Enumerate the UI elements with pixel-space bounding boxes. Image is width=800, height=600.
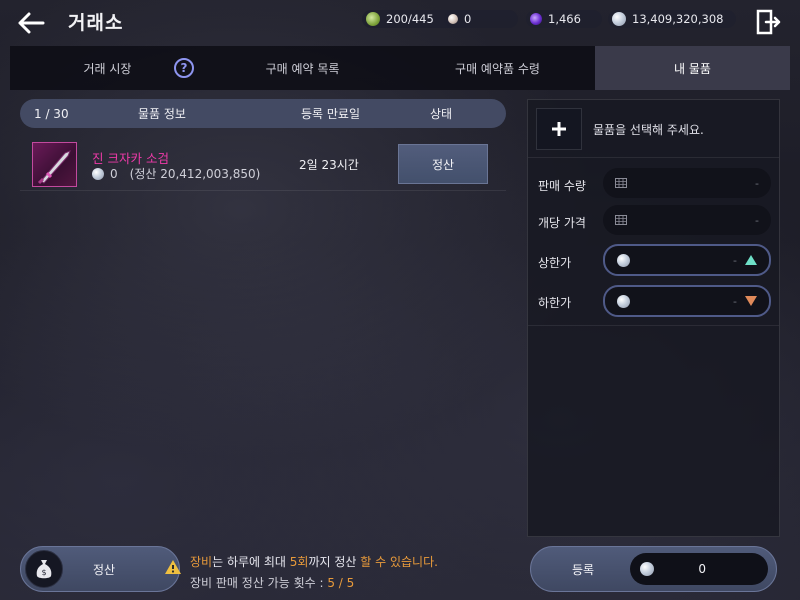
upper-limit-label: 상한가: [538, 256, 572, 270]
currency-silver: 13,409,320,308: [608, 10, 736, 28]
svg-text:$: $: [41, 568, 46, 577]
add-item-button[interactable]: [536, 108, 582, 150]
tab-reservation-pickup[interactable]: 구매 예약품 수령: [400, 46, 595, 90]
tab-bar: 거래 시장 구매 예약 목록 구매 예약품 수령 내 물품 ?: [10, 46, 790, 90]
money-bag-icon: $: [25, 550, 63, 588]
column-expiry: 등록 만료일: [301, 107, 361, 121]
item-count: 1 / 30: [34, 106, 69, 121]
page-title: 거래소: [68, 12, 124, 34]
item-settle-amount: (정산 20,412,003,850): [129, 167, 261, 181]
divider: [528, 157, 779, 158]
register-button[interactable]: 등록 0: [530, 546, 777, 592]
currency-pearl: 0: [444, 10, 518, 28]
table-header: 1 / 30 물품 정보 등록 만료일 상태: [20, 99, 506, 128]
back-button[interactable]: [14, 6, 48, 40]
tab-my-items[interactable]: 내 물품: [595, 46, 790, 90]
silver-icon: [92, 167, 104, 180]
item-settle-info: 0 (정산 20,412,003,850): [92, 165, 260, 182]
item-expiry: 2일 23시간: [299, 158, 359, 172]
silver-icon: [640, 562, 654, 576]
select-prompt: 물품을 선택해 주세요.: [593, 123, 704, 137]
currency-crystal: 1,466: [526, 10, 602, 28]
silver-icon: [617, 294, 630, 308]
keypad-icon: [615, 215, 627, 225]
keypad-icon: [615, 178, 627, 188]
settle-limit-notice: 장비는 하루에 최대 5회까지 정산 할 수 있습니다.: [190, 555, 438, 569]
exit-door-icon: [756, 9, 781, 35]
item-amount: 0: [110, 166, 118, 181]
divider: [528, 325, 779, 326]
triangle-down-icon[interactable]: [745, 296, 757, 306]
warning-icon: [165, 560, 181, 574]
settle-count: 장비 판매 정산 가능 횟수 : 5 / 5: [190, 576, 355, 590]
unit-price-field[interactable]: -: [603, 205, 771, 235]
help-icon[interactable]: ?: [174, 58, 194, 78]
table-row[interactable]: 진 크자카 소검 0 (정산 20,412,003,850) 2일 23시간 정…: [20, 137, 506, 191]
item-thumbnail[interactable]: [32, 142, 77, 187]
silver-icon: [617, 253, 630, 267]
sell-quantity-label: 판매 수량: [538, 179, 586, 193]
lower-limit-field[interactable]: -: [603, 285, 771, 317]
column-item-info: 물품 정보: [138, 107, 186, 121]
triangle-up-icon[interactable]: [745, 255, 757, 265]
column-status: 상태: [430, 107, 453, 121]
lower-limit-label: 하한가: [538, 296, 572, 310]
dagger-icon: [37, 150, 71, 185]
crystal-icon: [530, 13, 542, 25]
pearl-icon: [448, 14, 458, 24]
sell-quantity-field[interactable]: -: [603, 168, 771, 198]
energy-icon: [366, 12, 380, 26]
register-fee: 0: [630, 553, 768, 585]
register-panel: 물품을 선택해 주세요. 판매 수량 - 개당 가격 - 상한가 - 하한가 -: [527, 99, 780, 537]
upper-limit-field[interactable]: -: [603, 244, 771, 276]
row-settle-button[interactable]: 정산: [398, 144, 488, 184]
tab-purchase-reservations[interactable]: 구매 예약 목록: [205, 46, 400, 90]
plus-icon: [552, 122, 566, 136]
arrow-left-icon: [18, 12, 45, 34]
silver-icon: [612, 12, 626, 26]
unit-price-label: 개당 가격: [538, 216, 586, 230]
exit-button[interactable]: [754, 8, 782, 36]
settle-all-button[interactable]: $ 정산: [20, 546, 180, 592]
